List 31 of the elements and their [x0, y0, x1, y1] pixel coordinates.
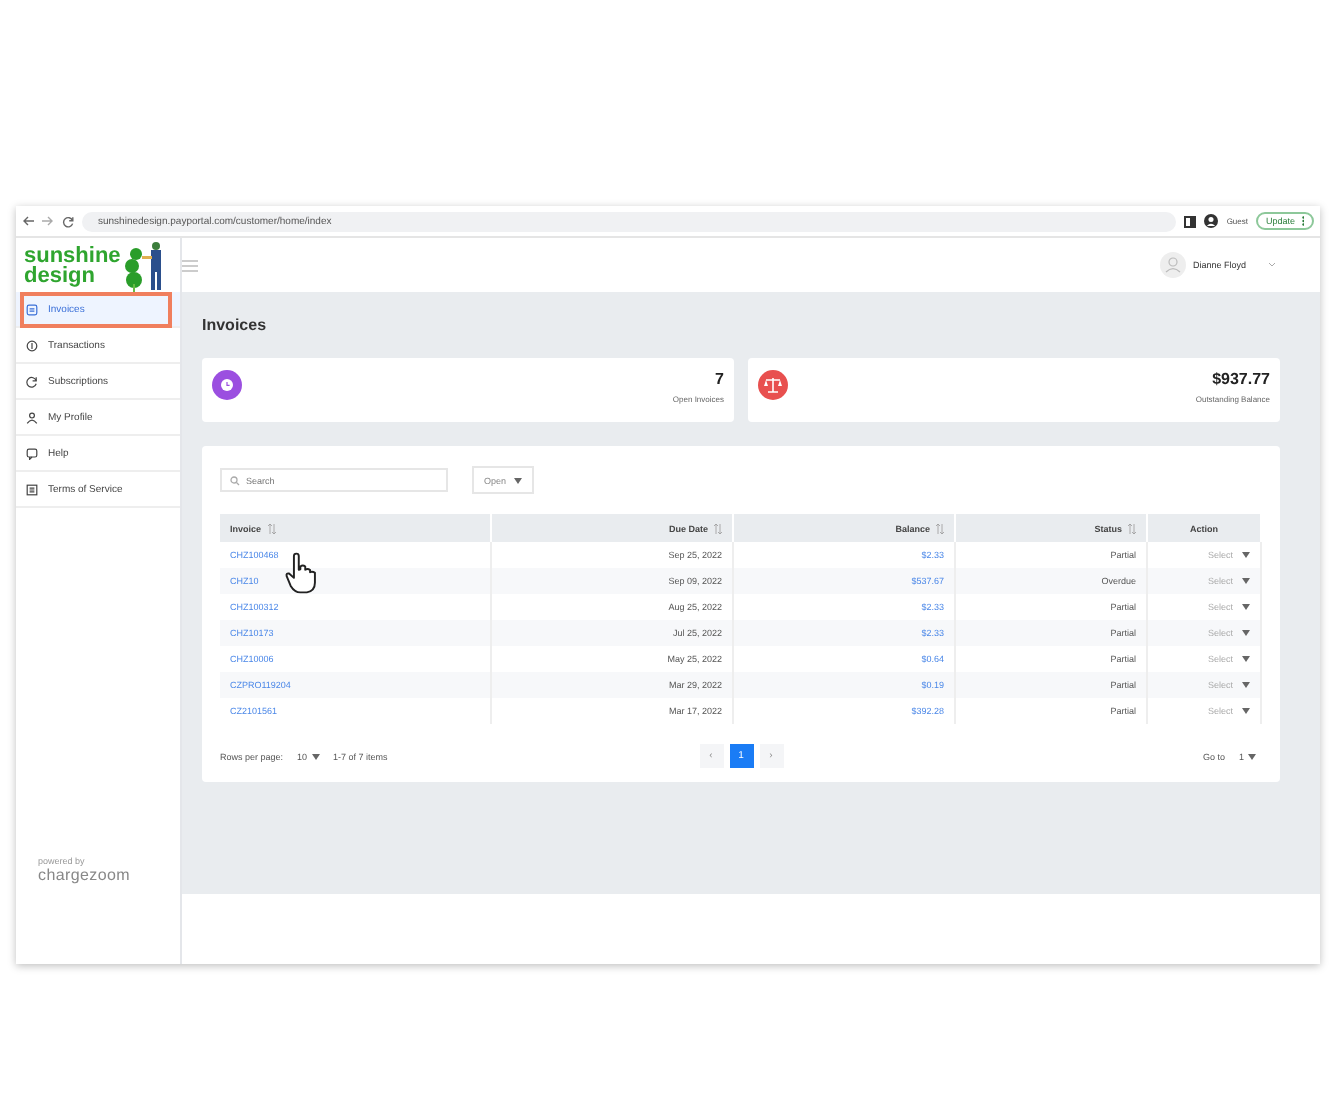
caret-icon: [1242, 708, 1250, 714]
sort-icon[interactable]: [267, 523, 276, 533]
stat-value: $937.77: [1212, 370, 1270, 388]
caret-icon: [1242, 630, 1250, 636]
chat-icon: [26, 447, 38, 459]
back-icon[interactable]: [22, 216, 34, 226]
caret-icon: [514, 477, 523, 483]
sort-icon[interactable]: [1128, 523, 1136, 533]
caret-icon: [1242, 578, 1250, 584]
profile-icon[interactable]: [1204, 214, 1219, 228]
refresh-icon: [26, 375, 38, 387]
caret-icon: [1242, 682, 1250, 688]
person-icon: [26, 411, 38, 423]
reload-icon[interactable]: [62, 215, 74, 227]
avatar-icon[interactable]: [1160, 252, 1187, 278]
sort-icon[interactable]: [714, 523, 722, 533]
caret-icon: [1242, 552, 1250, 558]
page-title: Invoices: [202, 314, 269, 338]
menu-icon[interactable]: [182, 259, 198, 271]
receipt-icon: [26, 303, 38, 315]
forward-icon[interactable]: [42, 216, 54, 226]
stat-value: 7: [715, 370, 724, 388]
sort-icon[interactable]: [936, 523, 944, 533]
document-icon: [26, 483, 38, 495]
caret-icon: [1242, 656, 1250, 662]
caret-icon: [1242, 604, 1250, 610]
brand-logo-text: chargezoom: [38, 866, 131, 884]
caret-icon: [311, 753, 320, 759]
sidebar-icon[interactable]: [1184, 215, 1197, 227]
caret-icon: [1248, 753, 1256, 759]
logo-text: sunshine design: [24, 245, 121, 285]
